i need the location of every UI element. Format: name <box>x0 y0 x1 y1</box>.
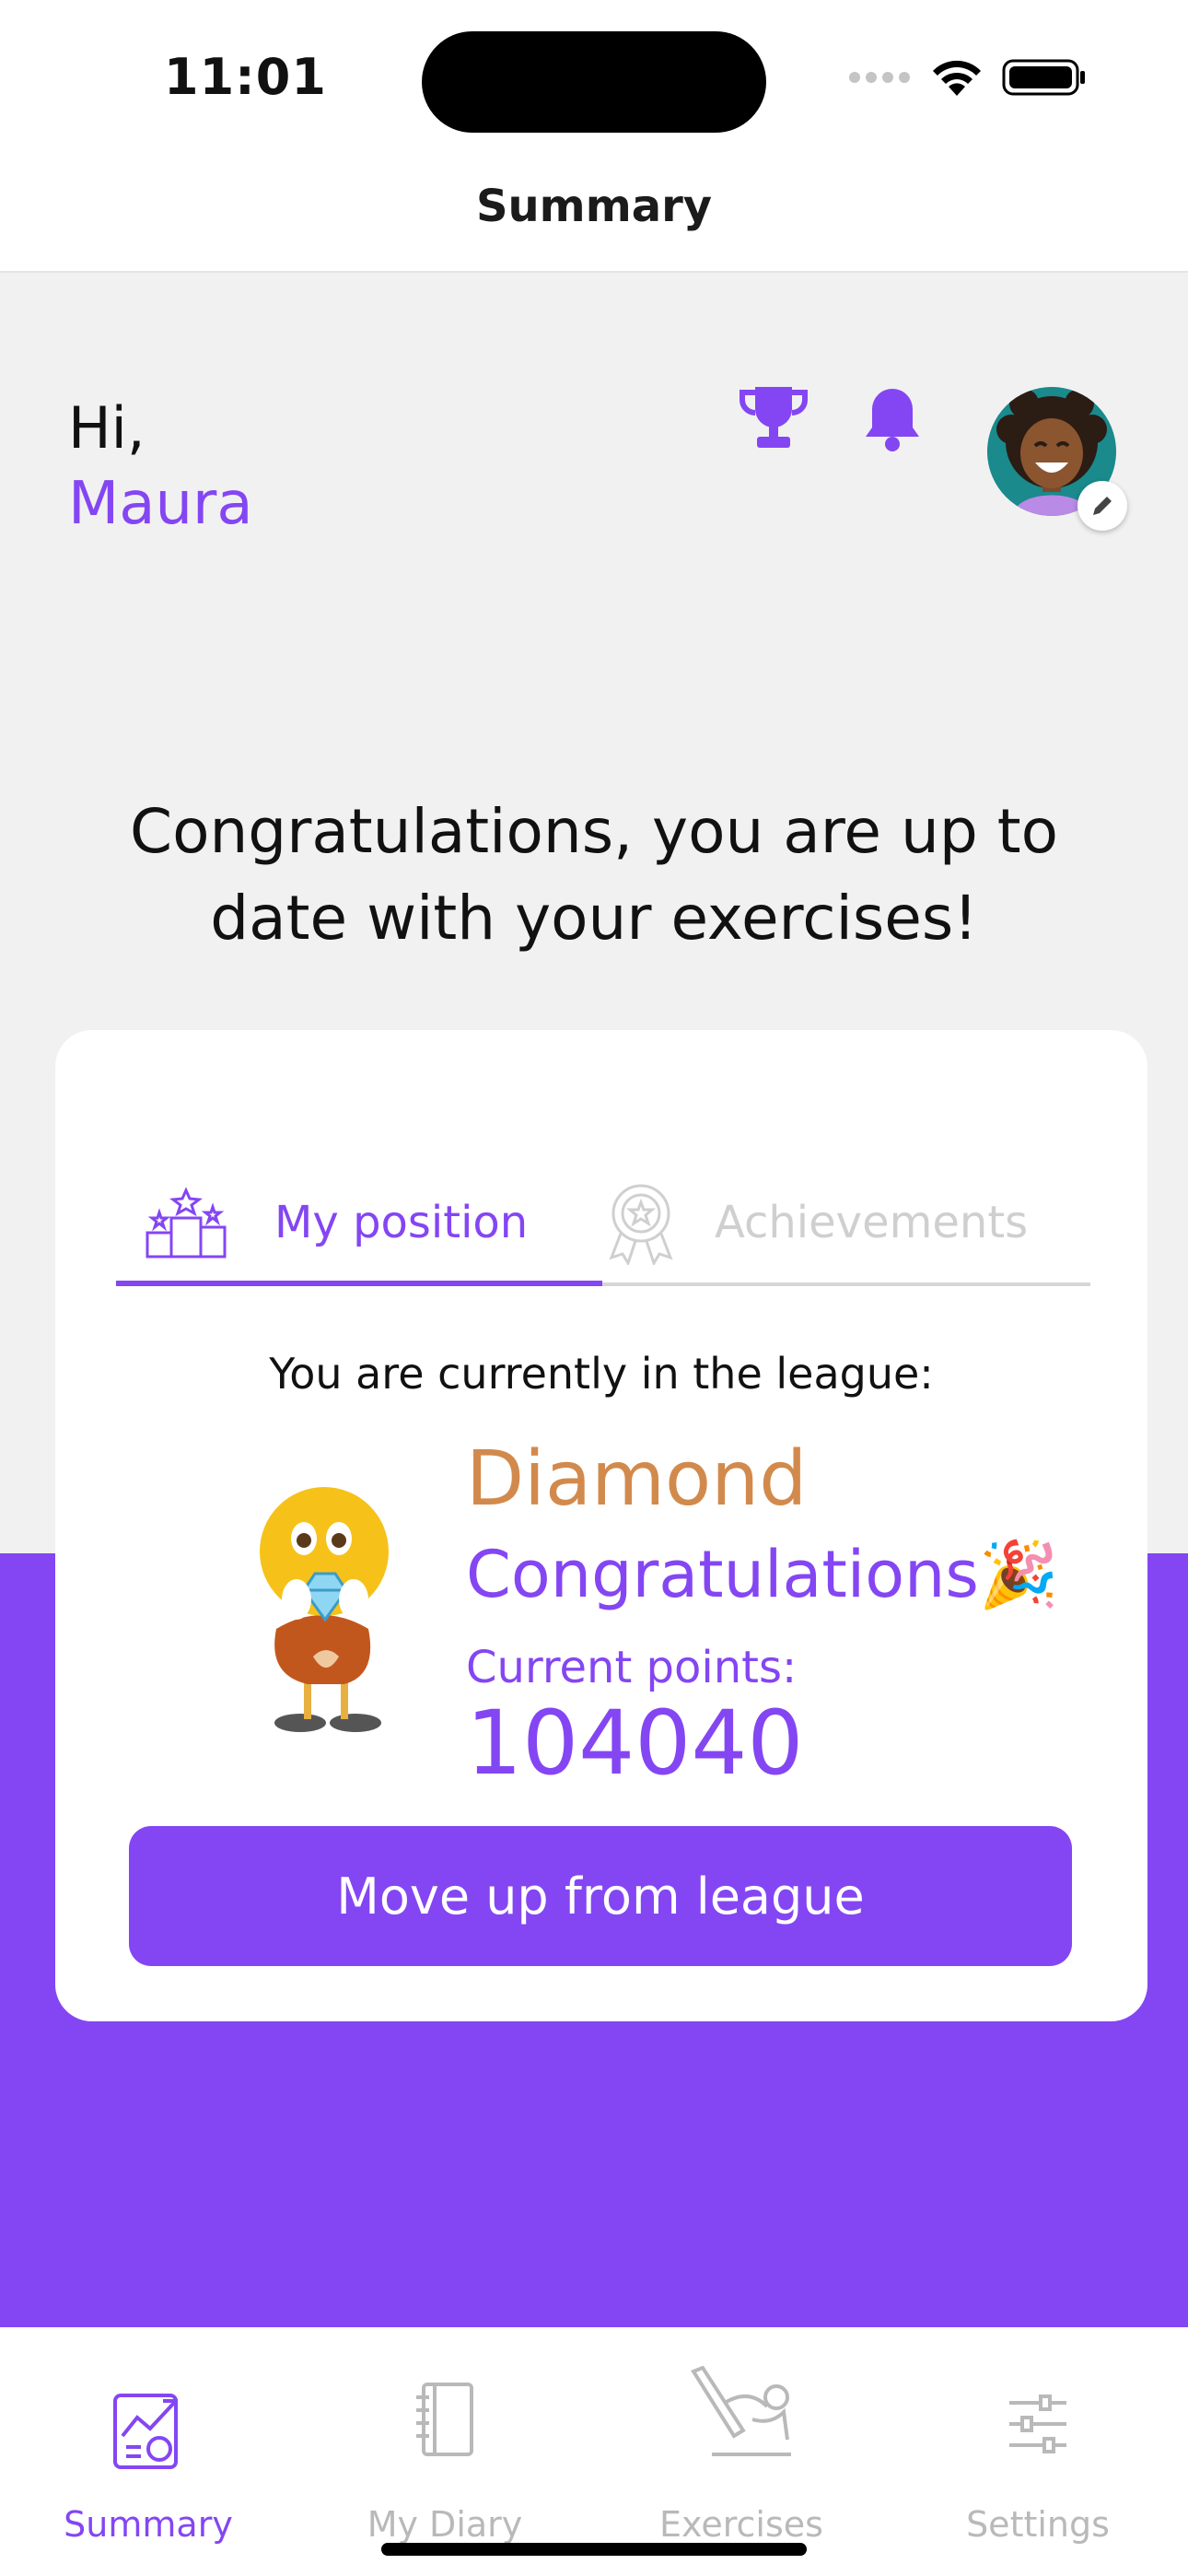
pencil-icon <box>1093 497 1112 515</box>
points-value: 104040 <box>466 1692 804 1795</box>
bottom-tab-bar: Summary My Diary Exercises Settings <box>0 2327 1188 2576</box>
league-congratulations: Congratulations🎉 <box>466 1537 1060 1612</box>
tabbar-summary-label: Summary <box>64 2504 233 2545</box>
up-to-date-message: Congratulations, you are up to date with… <box>130 796 1058 954</box>
tab-my-position-label: My position <box>274 1197 529 1248</box>
signal-icon <box>849 72 910 83</box>
notebook-icon <box>416 2383 473 2456</box>
greeting-name: Maura <box>68 470 253 538</box>
wifi-icon <box>933 60 981 96</box>
tabbar-item-summary[interactable]: Summary <box>0 2327 297 2576</box>
tab-indicator-inactive <box>602 1282 1090 1286</box>
tabbar-item-settings[interactable]: Settings <box>890 2327 1186 2576</box>
battery-icon <box>1002 59 1085 96</box>
bell-icon[interactable] <box>862 385 923 453</box>
diamond-mascot <box>260 1487 389 1732</box>
dynamic-island <box>422 31 766 133</box>
tabbar-item-my-diary[interactable]: My Diary <box>297 2327 593 2576</box>
tabbar-item-exercises[interactable]: Exercises <box>593 2327 890 2576</box>
summary-chart-icon <box>113 2394 178 2469</box>
league-card: My position Achievements You are current… <box>55 1030 1147 2021</box>
status-time: 11:01 <box>164 48 327 106</box>
sliders-icon <box>1009 2395 1066 2453</box>
league-intro-text: You are currently in the league: <box>269 1349 934 1399</box>
page-title: Summary <box>475 181 713 232</box>
nav-bar: Summary <box>0 147 1188 273</box>
points-label: Current points: <box>466 1642 798 1693</box>
trophy-icon[interactable] <box>737 385 810 451</box>
tabbar-exercises-label: Exercises <box>659 2504 823 2545</box>
tabbar-my-diary-label: My Diary <box>367 2504 523 2545</box>
award-ribbon-icon <box>609 1184 673 1265</box>
podium-icon <box>146 1187 227 1259</box>
home-indicator <box>381 2543 807 2556</box>
status-bar: 11:01 <box>0 0 1188 147</box>
exercise-icon <box>691 2366 791 2456</box>
league-name: Diamond <box>466 1435 808 1523</box>
edit-avatar-button[interactable] <box>1077 481 1127 531</box>
tab-indicator-active <box>116 1281 602 1286</box>
status-icons <box>847 57 1087 98</box>
tabbar-settings-label: Settings <box>966 2504 1110 2545</box>
tab-achievements[interactable]: Achievements <box>599 1139 1090 1306</box>
move-up-league-button[interactable]: Move up from league <box>129 1826 1072 1966</box>
greeting-hi: Hi, <box>68 394 146 462</box>
tab-achievements-label: Achievements <box>715 1197 1029 1248</box>
